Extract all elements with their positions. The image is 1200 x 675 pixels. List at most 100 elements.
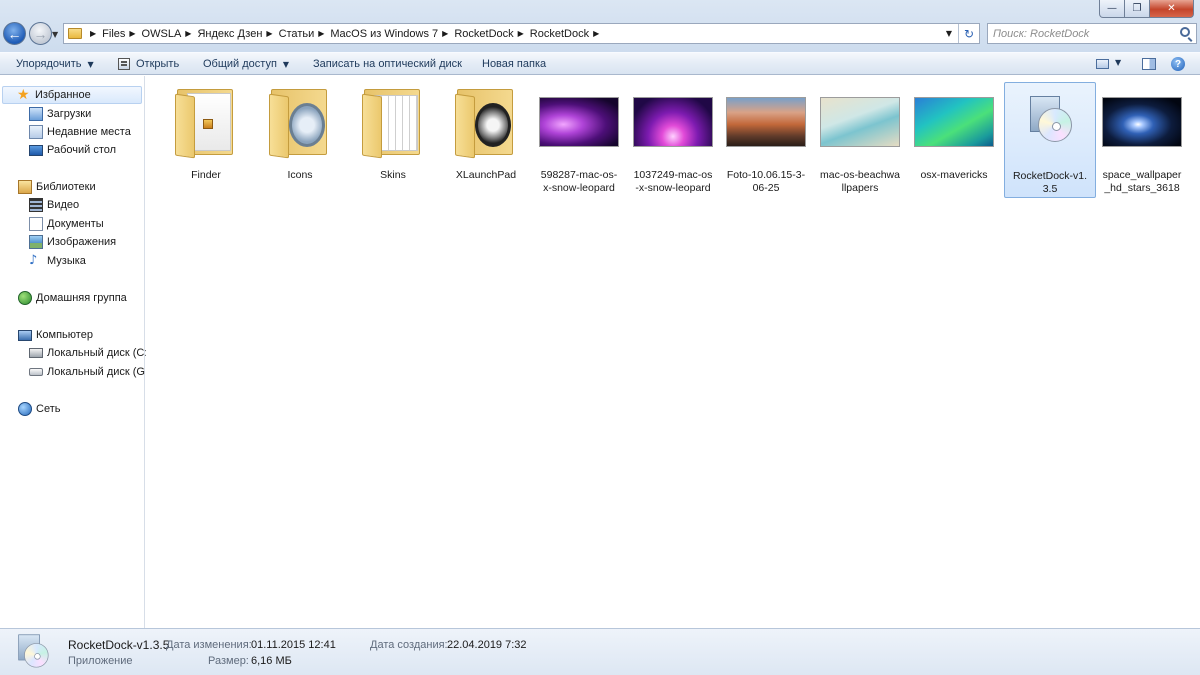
title-bar: — ❐ ✕ ← → ▼ ▶ Files ▶ OWSLA ▶ Яндекс Дзен ▶… [0,0,1200,52]
documents-icon [29,217,43,231]
network-icon [18,402,32,416]
breadcrumb-owsla[interactable]: OWSLA ▶ [142,24,198,43]
images-icon [29,235,43,249]
desktop-icon [29,144,43,156]
file-name: Skins [380,169,406,181]
file-item[interactable]: XLaunchPad [444,82,528,198]
view-options-dropdown-icon[interactable]: ▼ [1115,58,1121,67]
open-icon [118,58,130,70]
refresh-button[interactable]: ↻ [958,24,979,43]
file-item[interactable]: space_wallpaper_hd_stars_3618 [1100,82,1184,198]
file-item[interactable]: mac-os-beachwallpapers [818,82,902,198]
image-thumbnail [914,82,994,162]
back-button[interactable]: ← [3,22,26,45]
window-controls: — ❐ ✕ [1099,0,1194,18]
homegroup-icon [18,291,32,305]
help-icon[interactable]: ? [1171,57,1185,71]
file-list-view[interactable]: Finder Icons Skins XLaunchPad 598287-mac… [146,76,1200,628]
image-thumbnail [1102,82,1182,162]
file-item[interactable]: 598287-mac-os-x-snow-leopard [537,82,621,198]
address-bar[interactable]: ▶ Files ▶ OWSLA ▶ Яндекс Дзен ▶ Статьи ▶ Mac… [63,23,980,44]
sidebar-item-libraries[interactable]: Библиотеки [18,178,96,196]
folder-icon [68,28,82,39]
file-item[interactable]: osx-mavericks [912,82,996,198]
sidebar-item-disk-g[interactable]: Локальный диск (G:) [29,363,152,381]
sidebar-item-recent-places[interactable]: Недавние места [29,123,131,141]
image-thumbnail [726,82,806,162]
recent-places-icon [29,125,43,139]
recent-pages-dropdown-icon[interactable]: ▼ [52,30,58,39]
image-thumbnail [539,82,619,162]
file-item[interactable]: Foto-10.06.15-3-06-25 [724,82,808,198]
breadcrumb-arrow[interactable]: ▶ [86,24,102,43]
breadcrumb-yandex-zen[interactable]: Яндекс Дзен ▶ [197,24,278,43]
sidebar-item-homegroup[interactable]: Домашняя группа [18,289,127,307]
libraries-icon [18,180,32,194]
folder-icon [260,82,340,162]
change-view-icon[interactable] [1096,59,1109,69]
file-item[interactable]: Skins [351,82,435,198]
sidebar-item-desktop[interactable]: Рабочий стол [29,141,116,159]
local-disk-c-icon [29,348,43,358]
sidebar-item-music[interactable]: ♪ Музыка [29,252,86,270]
search-input[interactable]: Поиск: RocketDock [987,23,1197,44]
command-bar: Упорядочить ▼ Открыть Общий доступ ▼ Запис… [0,52,1200,75]
chevron-right-icon[interactable]: ▶ [518,29,524,38]
file-item-selected[interactable]: RocketDock-v1.3.5 [1004,82,1096,198]
breadcrumb-files[interactable]: Files ▶ [102,24,141,43]
file-item[interactable]: Icons [258,82,342,198]
sidebar-item-documents[interactable]: Документы [29,215,104,233]
maximize-button[interactable]: ❐ [1125,0,1150,18]
image-thumbnail [633,82,713,162]
image-thumbnail [820,82,900,162]
sidebar-item-images[interactable]: Изображения [29,233,116,251]
detail-size-label: Размер: [208,655,249,667]
share-button[interactable]: Общий доступ ▼ [203,53,289,75]
chevron-right-icon[interactable]: ▶ [185,29,191,38]
file-name: 598287-mac-os-x-snow-leopard [540,169,618,194]
folder-icon [166,82,246,162]
breadcrumb-macos-from-windows7[interactable]: MacOS из Windows 7 ▶ [330,24,454,43]
sidebar-item-disk-c[interactable]: Локальный диск (C:) [29,344,151,362]
breadcrumb-rocketdock-current[interactable]: RocketDock ▶ [530,24,605,43]
chevron-right-icon[interactable]: ▶ [442,29,448,38]
sidebar-item-favorites[interactable]: ★ Избранное [2,86,142,104]
organize-button[interactable]: Упорядочить ▼ [16,53,94,75]
sidebar-item-network[interactable]: Сеть [18,400,60,418]
forward-button[interactable]: → [29,22,52,45]
chevron-right-icon[interactable]: ▶ [593,29,599,38]
address-history-dropdown-icon[interactable]: ▼ [942,24,956,43]
file-name: 1037249-mac-os-x-snow-leopard [633,169,713,194]
chevron-right-icon[interactable]: ▶ [129,29,135,38]
chevron-right-icon[interactable]: ▶ [318,29,324,38]
chevron-down-icon: ▼ [87,59,94,69]
details-pane: RocketDock-v1.3.5 Приложение Дата измене… [0,628,1200,675]
sidebar-item-video[interactable]: Видео [29,196,79,214]
sidebar-item-computer[interactable]: Компьютер [18,326,93,344]
minimize-button[interactable]: — [1099,0,1125,18]
local-disk-g-icon [29,368,43,376]
burn-disc-button[interactable]: Записать на оптический диск [313,53,462,75]
preview-pane-icon[interactable] [1142,58,1156,70]
chevron-right-icon[interactable]: ▶ [266,29,272,38]
computer-icon [18,329,32,341]
file-item[interactable]: Finder [164,82,248,198]
file-name: Finder [191,169,221,181]
detail-modified-value: 01.11.2015 12:41 [251,639,336,651]
sidebar-item-downloads[interactable]: Загрузки [29,105,91,123]
breadcrumb-rocketdock[interactable]: RocketDock ▶ [454,24,529,43]
detail-modified-label: Дата изменения: [166,639,252,651]
file-name: RocketDock-v1.3.5 [1012,170,1088,195]
close-button[interactable]: ✕ [1150,0,1194,18]
new-folder-button[interactable]: Новая папка [482,53,546,75]
navigation-pane: ★ Избранное Загрузки Недавние места Рабо… [0,76,152,628]
file-name: Foto-10.06.15-3-06-25 [726,169,806,194]
search-icon[interactable] [1180,27,1190,37]
downloads-icon [29,107,43,121]
open-button[interactable]: Открыть [118,53,179,75]
file-name: XLaunchPad [455,169,517,181]
breadcrumb-articles[interactable]: Статьи ▶ [279,24,331,43]
detail-size-value: 6,16 МБ [251,655,292,667]
file-name: space_wallpaper_hd_stars_3618 [1102,169,1182,194]
file-item[interactable]: 1037249-mac-os-x-snow-leopard [631,82,715,198]
